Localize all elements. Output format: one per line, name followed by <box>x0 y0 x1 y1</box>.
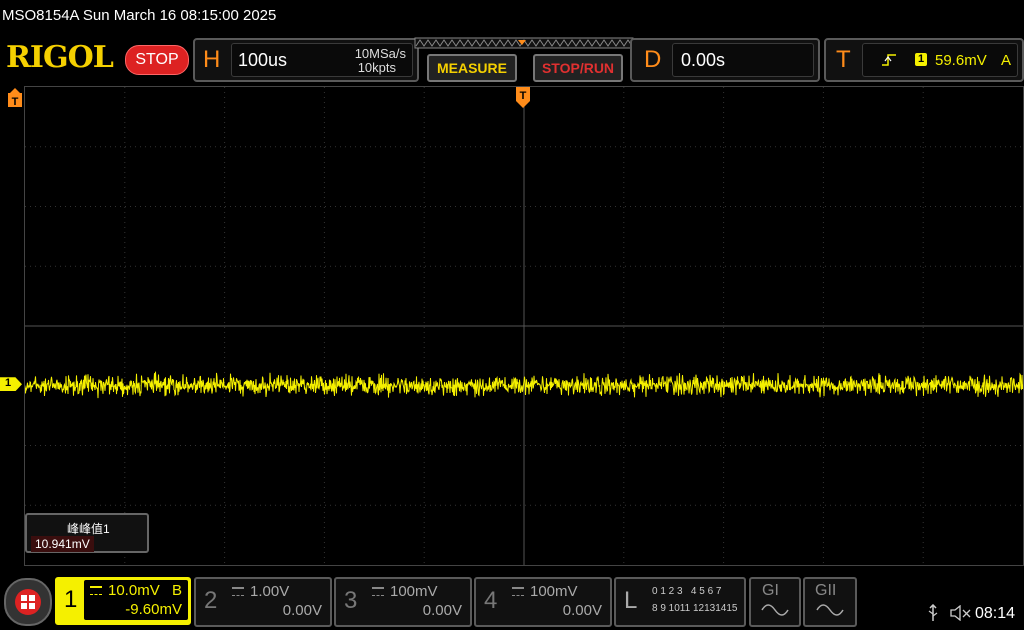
waveform-grid[interactable] <box>24 86 1024 566</box>
ch1-bw-limit: B <box>172 582 183 599</box>
ch4-number: 4 <box>484 587 498 614</box>
ch1-offset-marker[interactable]: 1 <box>0 377 22 392</box>
mute-icon[interactable] <box>950 605 972 621</box>
ch3-number: 3 <box>344 587 358 614</box>
logic-letter: L <box>624 587 638 614</box>
ch1-number: 1 <box>64 586 78 613</box>
dc-coupling-icon <box>372 587 384 596</box>
ch1-scale: 10.0mV <box>108 582 160 599</box>
ch4-offset: 0.00V <box>562 602 602 619</box>
ch3-offset: 0.00V <box>422 602 462 619</box>
generator-2-box[interactable]: GII <box>803 577 857 627</box>
measurement-label: 峰峰值1 <box>67 522 110 536</box>
ch1-box[interactable]: 1 10.0mV B -9.60mV <box>55 577 191 625</box>
clock: 08:14 <box>975 605 1016 622</box>
measurement-box[interactable]: 峰峰值1 10.941mV <box>25 513 149 553</box>
dc-coupling-icon <box>232 587 244 596</box>
logic-row1: 0 1 2 3 4 5 6 7 <box>652 586 722 597</box>
stop-run-button[interactable]: STOP/RUN <box>533 54 623 82</box>
ch4-box[interactable]: 4 100mV 0.00V <box>474 577 612 627</box>
usb-icon <box>928 604 938 621</box>
ch2-number: 2 <box>204 587 218 614</box>
generator-1-box[interactable]: GI <box>749 577 801 627</box>
trigger-field[interactable]: 1 59.6mV A <box>862 43 1018 77</box>
measurement-value: 10.941mV <box>31 536 94 552</box>
measure-button[interactable]: MEASURE <box>427 54 517 82</box>
ch2-scale: 1.00V <box>250 583 290 600</box>
trigger-source-badge: 1 <box>915 53 927 66</box>
trigger-letter: T <box>836 46 851 73</box>
ch2-offset: 0.00V <box>282 602 322 619</box>
sample-rate: 10MSa/s <box>354 46 406 61</box>
delay-panel[interactable]: D 0.00s <box>630 38 820 82</box>
delay-value: 0.00s <box>681 50 726 70</box>
trigger-level-marker[interactable]: T <box>8 87 22 109</box>
logic-box[interactable]: L 0 1 2 3 4 5 6 7 8 9 1011 12131415 <box>614 577 746 627</box>
timebase-field[interactable]: 100us 10MSa/s 10kpts <box>231 43 413 77</box>
rising-edge-icon <box>882 54 896 66</box>
delay-letter: D <box>644 46 662 73</box>
sine-wave-icon <box>761 604 789 616</box>
timebase-value: 100us <box>238 50 288 70</box>
home-button[interactable] <box>4 578 52 626</box>
dc-coupling-icon <box>512 587 524 596</box>
memory-depth: 10kpts <box>357 60 396 75</box>
ch1-marker-label: 1 <box>5 377 12 390</box>
ch4-scale: 100mV <box>530 583 578 600</box>
logic-row2: 8 9 1011 12131415 <box>652 603 738 614</box>
trigger-level: 59.6mV <box>935 52 987 69</box>
ch1-offset: -9.60mV <box>125 601 182 618</box>
device-title: MSO8154A Sun March 16 08:15:00 2025 <box>2 7 277 24</box>
sine-wave-icon <box>816 604 844 616</box>
graticule <box>25 87 1023 565</box>
delay-field[interactable]: 0.00s <box>672 43 814 77</box>
generator-1-label: GI <box>762 582 779 599</box>
svg-text:T: T <box>12 96 19 108</box>
svg-text:T: T <box>520 90 527 102</box>
horizontal-panel[interactable]: H 100us 10MSa/s 10kpts <box>193 38 419 82</box>
trigger-mode: A <box>1001 52 1012 69</box>
grid-icon <box>21 595 35 609</box>
memory-timeline[interactable] <box>414 36 634 52</box>
horizontal-letter: H <box>203 46 221 73</box>
trigger-panel[interactable]: T 1 59.6mV A <box>824 38 1024 82</box>
title-bar: MSO8154A Sun March 16 08:15:00 2025 <box>0 0 1024 34</box>
ch3-scale: 100mV <box>390 583 438 600</box>
rigol-logo: RIGOL <box>6 40 114 75</box>
run-state-badge[interactable]: STOP <box>125 45 189 75</box>
trigger-time-marker[interactable]: T <box>516 87 530 109</box>
generator-2-label: GII <box>815 582 837 599</box>
ch3-box[interactable]: 3 100mV 0.00V <box>334 577 472 627</box>
dc-coupling-icon <box>90 586 102 595</box>
ch2-box[interactable]: 2 1.00V 0.00V <box>194 577 332 627</box>
